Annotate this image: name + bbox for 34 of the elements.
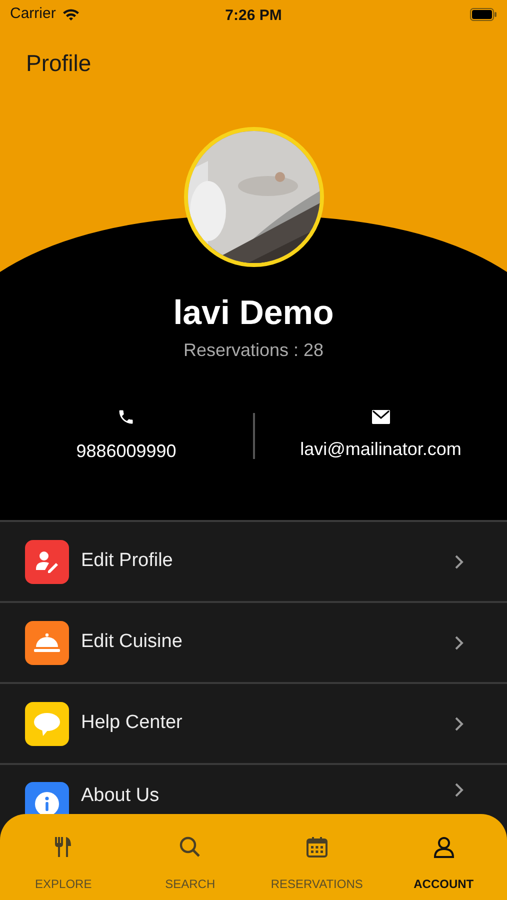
calendar-icon — [306, 836, 328, 858]
wifi-icon — [62, 8, 80, 20]
chevron-right-icon — [454, 716, 464, 732]
menu-label: Help Center — [81, 711, 184, 736]
cloche-icon — [33, 630, 61, 654]
carrier-label: Carrier — [10, 4, 56, 24]
tab-button[interactable]: SEARCH — [126, 836, 254, 900]
phone-number: 9886009990 — [76, 440, 176, 462]
menu-item[interactable]: Edit Profile — [0, 522, 507, 603]
chevron-right-icon — [454, 634, 464, 650]
menu-label: About Us — [81, 784, 160, 808]
info-icon — [34, 791, 60, 814]
battery-icon — [470, 8, 497, 20]
phone-icon — [117, 408, 136, 426]
menu-item[interactable]: Help Center — [0, 684, 507, 765]
mail-icon — [372, 410, 390, 424]
speech-bubble-icon — [33, 710, 61, 736]
user-edit-icon — [34, 548, 60, 574]
fork-knife-icon — [54, 836, 72, 858]
chevron-right-icon — [454, 554, 464, 570]
email-address: lavi@mailinator.com — [300, 438, 462, 460]
reservations-count: Reservations : 28 — [183, 338, 324, 362]
menu-label: Edit Cuisine — [81, 630, 184, 654]
person-icon — [432, 836, 455, 858]
tab-button[interactable]: EXPLORE — [0, 836, 127, 900]
search-icon — [179, 836, 202, 858]
menu-item[interactable]: Edit Cuisine — [0, 603, 507, 684]
menu-label: Edit Profile — [81, 549, 174, 574]
page-title: Profile — [26, 50, 92, 76]
clock-time: 7:26 PM — [225, 6, 282, 26]
profile-name: lavi Demo — [173, 292, 334, 332]
chevron-right-icon — [454, 782, 464, 798]
tab-button[interactable]: ACCOUNT — [380, 836, 507, 900]
tab-button[interactable]: RESERVATIONS — [254, 836, 380, 900]
